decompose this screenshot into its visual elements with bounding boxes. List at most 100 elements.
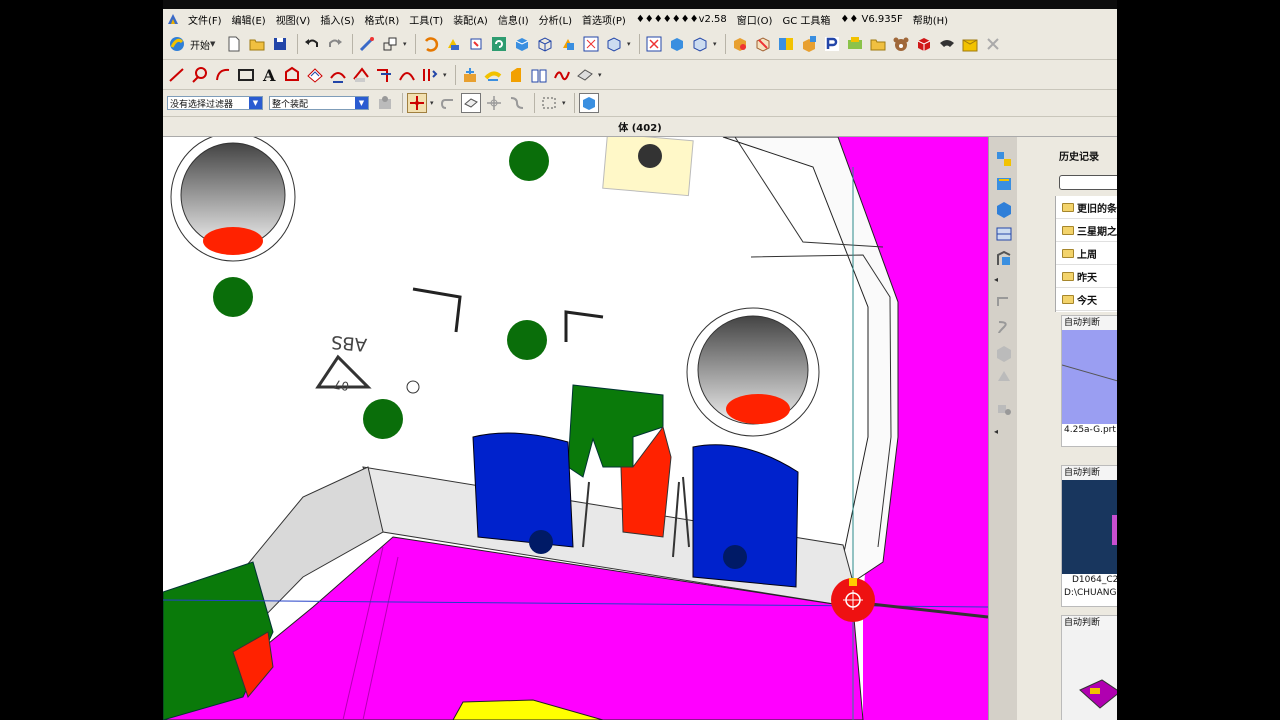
- menu-help[interactable]: 帮助(H): [908, 12, 953, 27]
- back-arrow-icon[interactable]: [438, 93, 458, 113]
- folder-tool-icon[interactable]: [868, 34, 888, 54]
- start-button[interactable]: 开始 ▼: [167, 34, 218, 54]
- wireframe-view-icon[interactable]: [535, 34, 555, 54]
- history-entry[interactable]: 自动判断 4.25a-G.prt: [1061, 315, 1117, 447]
- select-body-icon[interactable]: [579, 93, 599, 113]
- mold-wizard-icon[interactable]: [730, 34, 750, 54]
- render-style-icon[interactable]: [558, 34, 578, 54]
- more-dropdown-icon[interactable]: ▾: [430, 99, 436, 107]
- save-icon[interactable]: [270, 34, 290, 54]
- line-icon[interactable]: [167, 65, 187, 85]
- menu-window[interactable]: 窗口(O): [732, 12, 778, 27]
- curve-rule-icon[interactable]: [507, 93, 527, 113]
- bridge-curve-icon[interactable]: [397, 65, 417, 85]
- electrode-icon[interactable]: [845, 34, 865, 54]
- reuse-library-icon[interactable]: [994, 224, 1014, 244]
- menu-information[interactable]: 信息(I): [493, 12, 534, 27]
- system-materials-icon[interactable]: [994, 342, 1014, 362]
- bear-icon[interactable]: [891, 34, 911, 54]
- text-icon[interactable]: A: [259, 65, 279, 85]
- zoom-window-icon[interactable]: [644, 34, 664, 54]
- roles-icon[interactable]: [994, 399, 1014, 419]
- menu-insert[interactable]: 插入(S): [315, 12, 359, 27]
- menu-view[interactable]: 视图(V): [271, 12, 316, 27]
- surface-icon[interactable]: [575, 65, 595, 85]
- menu-tools[interactable]: 工具(T): [404, 12, 448, 27]
- zoom-icon[interactable]: [466, 34, 486, 54]
- close-tool-icon[interactable]: [983, 34, 1003, 54]
- extrude-icon[interactable]: [460, 65, 480, 85]
- more-dropdown-icon[interactable]: ▾: [598, 71, 604, 79]
- history-group-three-weeks[interactable]: 三星期之前: [1056, 219, 1117, 242]
- pan-icon[interactable]: [443, 34, 463, 54]
- measure-icon[interactable]: [937, 34, 957, 54]
- pc-plugin-icon[interactable]: [822, 34, 842, 54]
- core-cavity-icon[interactable]: [776, 34, 796, 54]
- history-group-today[interactable]: 今天: [1056, 288, 1117, 311]
- transform-icon[interactable]: [380, 34, 400, 54]
- web-browser-icon[interactable]: [994, 292, 1014, 312]
- process-studio-icon[interactable]: [994, 367, 1014, 387]
- curve-analysis-icon[interactable]: [552, 65, 572, 85]
- pan-handle-icon[interactable]: [484, 93, 504, 113]
- menu-assemblies[interactable]: 装配(A): [448, 12, 493, 27]
- menu-file[interactable]: 文件(F): [183, 12, 227, 27]
- polygon-icon[interactable]: [282, 65, 302, 85]
- history-group-yesterday[interactable]: 昨天: [1056, 265, 1117, 288]
- arc-icon[interactable]: [213, 65, 233, 85]
- hd3d-tools-icon[interactable]: [994, 249, 1014, 269]
- menu-gc-toolkit[interactable]: GC 工具箱: [777, 12, 835, 27]
- history-group-older[interactable]: 更旧的条目: [1056, 196, 1117, 219]
- menu-edit[interactable]: 编辑(E): [227, 12, 271, 27]
- part-navigator-icon[interactable]: [994, 199, 1014, 219]
- snap-point-icon[interactable]: [407, 93, 427, 113]
- new-file-icon[interactable]: [224, 34, 244, 54]
- rectangle-select-icon[interactable]: [539, 93, 559, 113]
- mold-base-icon[interactable]: [799, 34, 819, 54]
- sketch-icon[interactable]: [357, 34, 377, 54]
- isoparametric-icon[interactable]: [374, 65, 394, 85]
- refresh-icon[interactable]: [489, 34, 509, 54]
- offset-curve-icon[interactable]: [305, 65, 325, 85]
- more-dropdown-icon[interactable]: ▾: [713, 40, 719, 48]
- view-orient-icon[interactable]: [604, 34, 624, 54]
- menu-format[interactable]: 格式(R): [360, 12, 405, 27]
- rectangle-icon[interactable]: [236, 65, 256, 85]
- general-selection-icon[interactable]: [375, 93, 395, 113]
- model-canvas[interactable]: ABS 07: [163, 137, 988, 720]
- menu-preferences[interactable]: 首选项(P): [577, 12, 631, 27]
- rotate-icon[interactable]: [420, 34, 440, 54]
- history-group-last-week[interactable]: 上周: [1056, 242, 1117, 265]
- assembly-navigator-icon[interactable]: [994, 149, 1014, 169]
- constraint-navigator-icon[interactable]: [994, 174, 1014, 194]
- history-icon[interactable]: [994, 317, 1014, 337]
- selection-scope-select[interactable]: 整个装配 ▼: [269, 96, 369, 110]
- more-dropdown-icon[interactable]: ▾: [443, 71, 449, 79]
- iso-view-icon[interactable]: [667, 34, 687, 54]
- type-filter-select[interactable]: 没有选择过滤器 ▼: [167, 96, 263, 110]
- book-icon[interactable]: [529, 65, 549, 85]
- more-dropdown-icon[interactable]: ▾: [562, 99, 568, 107]
- intersect-curve-icon[interactable]: [351, 65, 371, 85]
- history-entry[interactable]: 自动判断: [1061, 615, 1117, 720]
- collapse-arrow-icon[interactable]: ◂: [994, 427, 1014, 447]
- quick-pick-icon[interactable]: [461, 93, 481, 113]
- graphics-viewport[interactable]: ABS 07: [163, 137, 988, 720]
- trim-curve-icon[interactable]: [420, 65, 440, 85]
- arc-circle-icon[interactable]: [190, 65, 210, 85]
- undo-icon[interactable]: [302, 34, 322, 54]
- redo-icon[interactable]: [325, 34, 345, 54]
- trimetric-view-icon[interactable]: [690, 34, 710, 54]
- menu-plugin[interactable]: ♦♦♦♦♦♦♦v2.58: [631, 14, 732, 25]
- open-folder-icon[interactable]: [247, 34, 267, 54]
- history-entry[interactable]: 自动判断 D1064_C2 D:\CHUANG: [1061, 465, 1117, 607]
- red-cube-icon[interactable]: [914, 34, 934, 54]
- history-search-input[interactable]: [1059, 175, 1117, 190]
- menu-plugin-v6[interactable]: ♦♦ V6.935F: [835, 14, 907, 25]
- revolve-icon[interactable]: [483, 65, 503, 85]
- more-dropdown-icon[interactable]: ▾: [403, 40, 409, 48]
- sweep-icon[interactable]: [506, 65, 526, 85]
- more-dropdown-icon[interactable]: ▾: [627, 40, 633, 48]
- shaded-view-icon[interactable]: [512, 34, 532, 54]
- parting-icon[interactable]: [753, 34, 773, 54]
